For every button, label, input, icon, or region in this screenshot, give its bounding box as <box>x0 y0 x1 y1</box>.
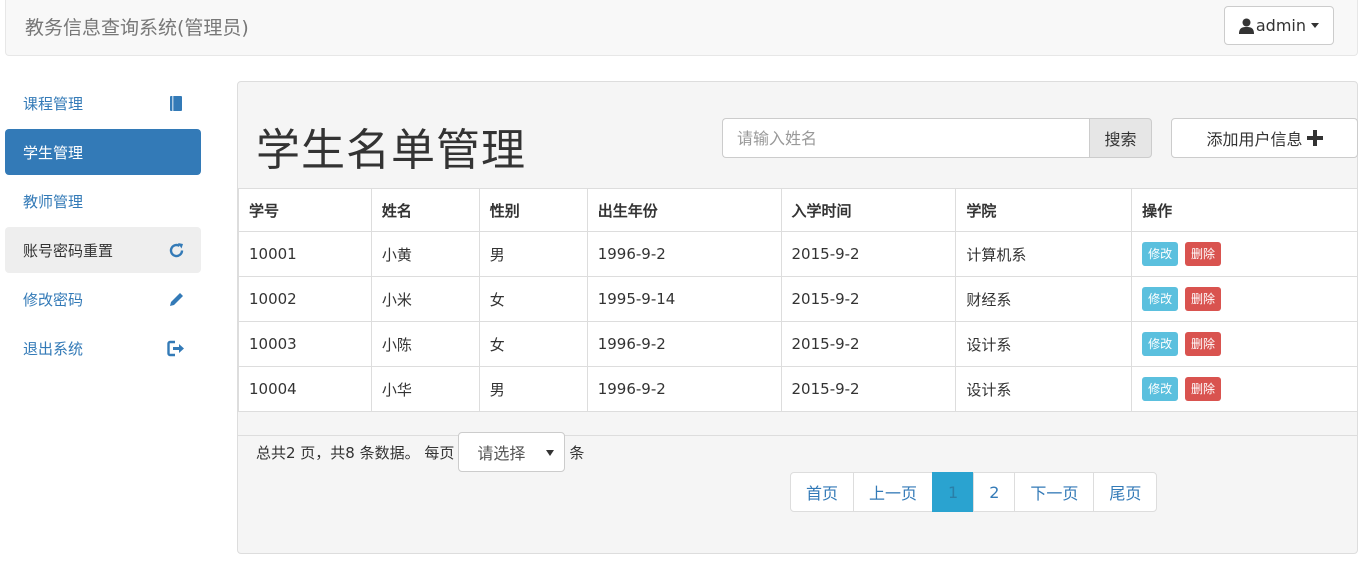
edit-button[interactable]: 修改 <box>1142 377 1179 401</box>
sidebar-item-label: 学生管理 <box>23 143 84 162</box>
edit-button[interactable]: 修改 <box>1142 287 1179 311</box>
brand-title[interactable]: 教务信息查询系统(管理员) <box>25 13 249 40</box>
sidebar-item-student[interactable]: 学生管理 <box>5 129 201 175</box>
cell-gender: 男 <box>478 366 588 412</box>
add-user-label: 添加用户信息 <box>1206 130 1303 149</box>
cell-college: 设计系 <box>955 366 1133 412</box>
header-student-id: 学号 <box>238 188 372 232</box>
select-arrow-icon <box>546 450 555 456</box>
cell-name: 小米 <box>370 276 480 322</box>
search-input[interactable] <box>722 118 1089 158</box>
pager-summary-text: 总共2 页，共8 条数据。 每页 <box>256 443 455 462</box>
cell-name: 小陈 <box>370 321 480 367</box>
student-table: 学号 姓名 性别 出生年份 入学时间 学院 操作 10001 小黄 男 1996… <box>238 188 1358 412</box>
sidebar-item-label: 修改密码 <box>23 290 84 309</box>
search-group: 搜索 <box>722 118 1152 158</box>
main-panel: 学生名单管理 搜索 添加用户信息 学号 姓名 性别 出生年份 入学时间 学院 操… <box>237 81 1358 554</box>
table-row: 10001 小黄 男 1996-9-2 2015-9-2 计算机系 修改 删除 <box>238 231 1358 277</box>
cell-birth: 1996-9-2 <box>586 231 782 277</box>
cell-name: 小华 <box>370 366 480 412</box>
header-birth: 出生年份 <box>586 188 782 232</box>
cell-actions: 修改 删除 <box>1131 321 1358 367</box>
table-row: 10002 小米 女 1995-9-14 2015-9-2 财经系 修改 删除 <box>238 276 1358 322</box>
header-gender: 性别 <box>478 188 588 232</box>
cell-enroll: 2015-9-2 <box>780 366 957 412</box>
book-icon <box>167 94 185 112</box>
header-name: 姓名 <box>370 188 480 232</box>
cell-actions: 修改 删除 <box>1131 366 1358 412</box>
cell-actions: 修改 删除 <box>1131 276 1358 322</box>
page-size-value: 请选择 <box>477 444 526 463</box>
cell-college: 设计系 <box>955 321 1133 367</box>
cell-student-id: 10004 <box>238 366 372 412</box>
page-next[interactable]: 下一页 <box>1014 472 1095 512</box>
sidebar-item-reset-password[interactable]: 账号密码重置 <box>5 227 201 273</box>
search-button[interactable]: 搜索 <box>1089 118 1152 158</box>
cell-student-id: 10002 <box>238 276 372 322</box>
sidebar: 课程管理 学生管理 教师管理 账号密码重置 修改密码 退出系统 <box>5 80 201 374</box>
table-row: 10004 小华 男 1996-9-2 2015-9-2 设计系 修改 删除 <box>238 366 1358 412</box>
cell-enroll: 2015-9-2 <box>780 321 957 367</box>
cell-birth: 1996-9-2 <box>586 321 782 367</box>
header-enroll: 入学时间 <box>780 188 957 232</box>
sidebar-item-teacher[interactable]: 教师管理 <box>5 178 201 224</box>
user-menu-button[interactable]: admin <box>1223 6 1334 45</box>
page-last[interactable]: 尾页 <box>1093 472 1158 512</box>
header-actions: 操作 <box>1131 188 1358 232</box>
cell-student-id: 10003 <box>238 321 372 367</box>
edit-button[interactable]: 修改 <box>1142 332 1179 356</box>
user-icon <box>1238 18 1254 34</box>
table-row: 10003 小陈 女 1996-9-2 2015-9-2 设计系 修改 删除 <box>238 321 1358 367</box>
cell-college: 计算机系 <box>955 231 1133 277</box>
edit-button[interactable]: 修改 <box>1142 242 1179 266</box>
cell-enroll: 2015-9-2 <box>780 276 957 322</box>
cell-student-id: 10001 <box>238 231 372 277</box>
cell-gender: 男 <box>478 231 588 277</box>
add-user-button[interactable]: 添加用户信息 <box>1171 118 1358 158</box>
cell-name: 小黄 <box>370 231 480 277</box>
pager-suffix: 条 <box>569 443 585 462</box>
caret-down-icon <box>1311 23 1319 28</box>
plus-icon <box>1306 130 1323 146</box>
delete-button[interactable]: 删除 <box>1184 332 1221 356</box>
top-navbar: 教务信息查询系统(管理员) admin <box>5 0 1358 56</box>
page-first[interactable]: 首页 <box>790 472 855 512</box>
page-prev[interactable]: 上一页 <box>853 472 934 512</box>
pager-summary: 总共2 页，共8 条数据。 每页 请选择 条 <box>256 432 584 472</box>
cell-birth: 1995-9-14 <box>586 276 782 322</box>
pagination: 首页 上一页 1 2 下一页 尾页 <box>790 472 1158 512</box>
cell-birth: 1996-9-2 <box>586 366 782 412</box>
sidebar-item-label: 退出系统 <box>23 339 84 358</box>
delete-button[interactable]: 删除 <box>1184 287 1221 311</box>
delete-button[interactable]: 删除 <box>1184 242 1221 266</box>
page-1[interactable]: 1 <box>932 472 975 512</box>
cell-enroll: 2015-9-2 <box>780 231 957 277</box>
sidebar-item-change-password[interactable]: 修改密码 <box>5 276 201 322</box>
page-2[interactable]: 2 <box>973 472 1016 512</box>
cell-gender: 女 <box>478 276 588 322</box>
sidebar-item-label: 账号密码重置 <box>23 241 114 260</box>
user-name: admin <box>1255 16 1306 35</box>
sidebar-item-label: 教师管理 <box>23 192 84 211</box>
refresh-icon <box>167 241 185 259</box>
sidebar-item-logout[interactable]: 退出系统 <box>5 325 201 371</box>
header-college: 学院 <box>955 188 1133 232</box>
pencil-icon <box>167 290 185 308</box>
page-title: 学生名单管理 <box>256 125 526 176</box>
sidebar-item-course[interactable]: 课程管理 <box>5 80 201 126</box>
table-header-row: 学号 姓名 性别 出生年份 入学时间 学院 操作 <box>238 188 1358 232</box>
page-size-select[interactable]: 请选择 <box>458 432 566 472</box>
cell-gender: 女 <box>478 321 588 367</box>
cell-actions: 修改 删除 <box>1131 231 1358 277</box>
logout-icon <box>167 339 185 357</box>
delete-button[interactable]: 删除 <box>1184 377 1221 401</box>
sidebar-item-label: 课程管理 <box>23 94 84 113</box>
cell-college: 财经系 <box>955 276 1133 322</box>
